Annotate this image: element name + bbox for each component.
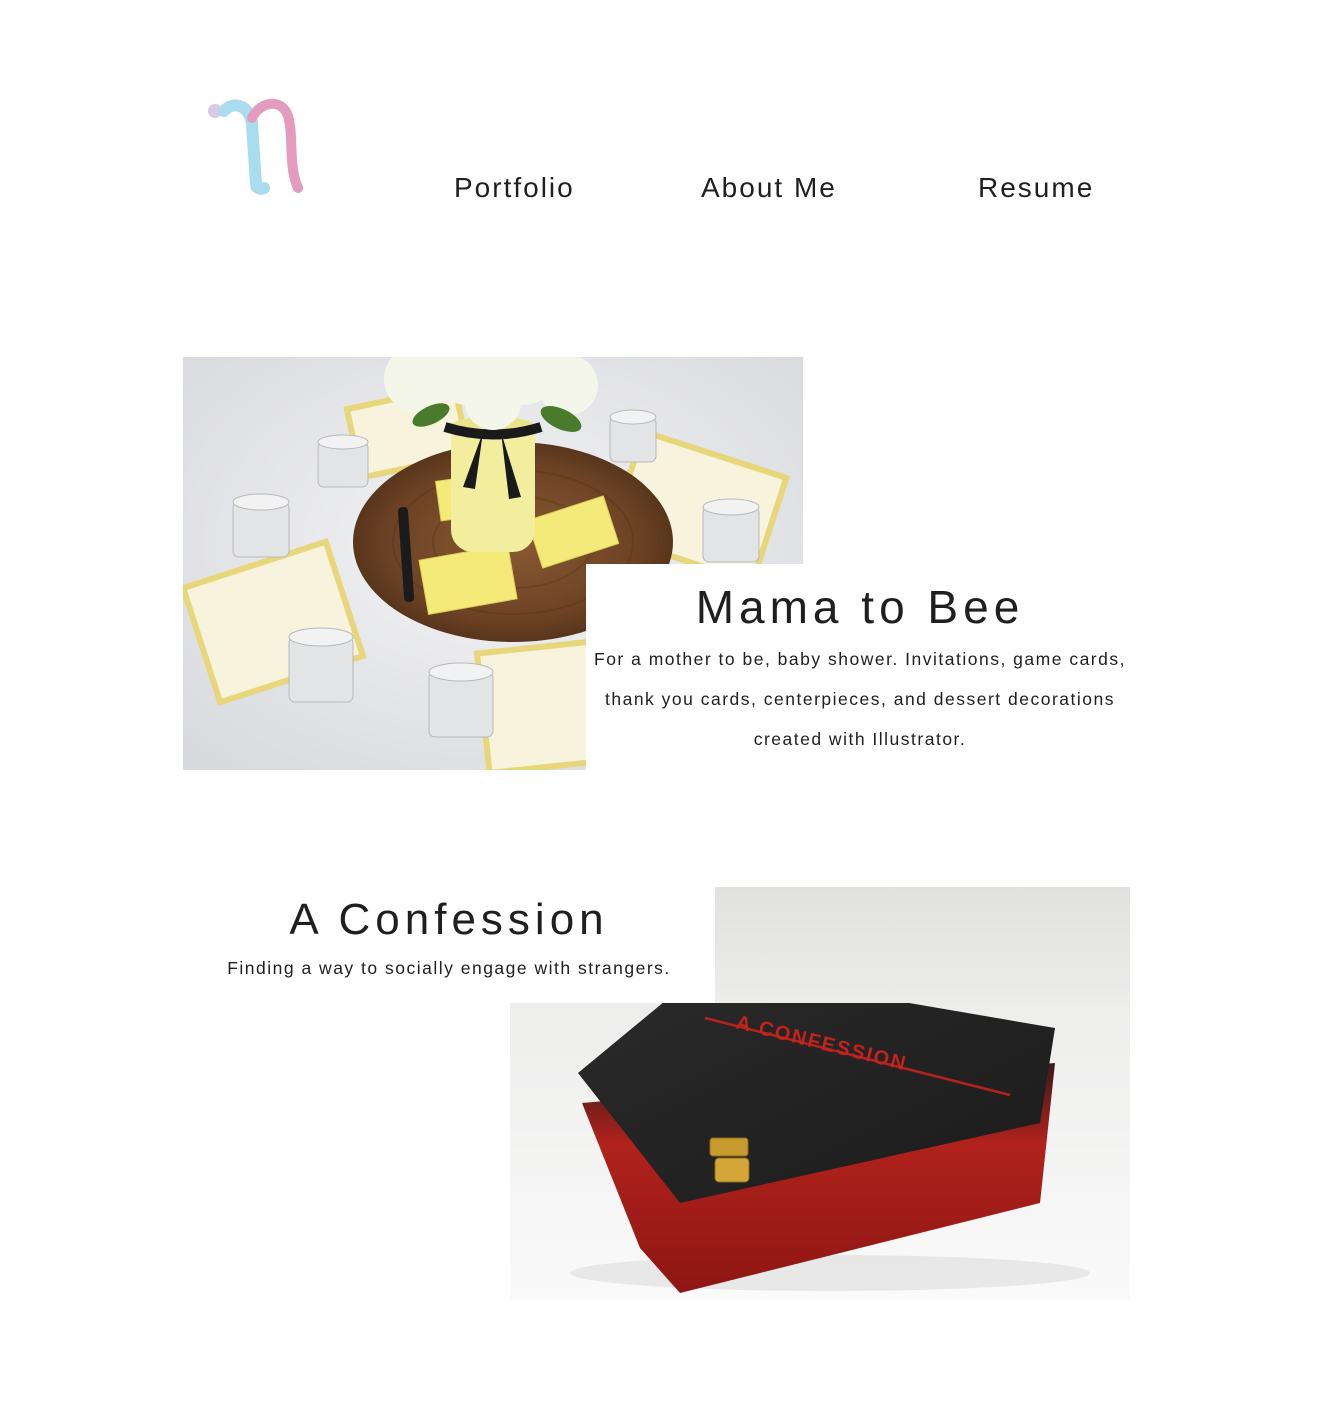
project-description: Finding a way to socially engage with st… bbox=[227, 958, 671, 978]
nav-about-me[interactable]: About Me bbox=[701, 172, 837, 204]
nav-resume[interactable]: Resume bbox=[978, 172, 1094, 204]
project-title[interactable]: A Confession bbox=[183, 895, 715, 945]
confession-box-photo[interactable]: A CONFESSION bbox=[510, 1003, 1130, 1300]
project-description: For a mother to be, baby shower. Invitat… bbox=[594, 649, 1126, 749]
project-title[interactable]: Mama to Bee bbox=[586, 580, 1134, 634]
nav-portfolio[interactable]: Portfolio bbox=[454, 172, 575, 204]
main-nav: Portfolio About Me Resume bbox=[0, 172, 1322, 212]
confession-box-illustration: A CONFESSION bbox=[510, 1003, 1130, 1300]
confession-photo-top bbox=[715, 887, 1130, 1004]
